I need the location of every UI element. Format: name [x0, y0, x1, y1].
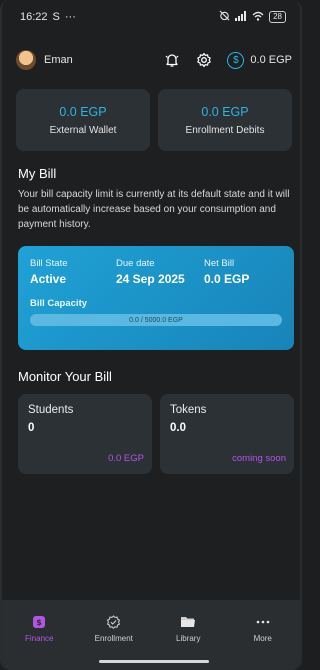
external-wallet-card[interactable]: 0.0 EGP External Wallet	[16, 89, 150, 151]
tokens-coming-soon: coming soon	[232, 453, 286, 464]
avatar[interactable]	[16, 50, 36, 70]
more-dots-icon	[255, 614, 271, 630]
tokens-title: Tokens	[170, 404, 207, 416]
signal-icon	[235, 10, 247, 24]
due-date-label: Due date	[116, 258, 155, 269]
battery-icon: 28	[269, 11, 286, 23]
svg-text:$: $	[36, 618, 42, 627]
enrollment-debits-label: Enrollment Debits	[185, 124, 265, 136]
students-title: Students	[28, 404, 74, 416]
bill-state: Bill State Active	[30, 258, 116, 286]
tokens-card[interactable]: Tokens 0.0 coming soon	[160, 394, 294, 474]
monitor-cards: Students 0 0.0 EGP Tokens 0.0 coming soo…	[18, 394, 294, 474]
finance-icon: $	[31, 614, 47, 630]
bill-state-label: Bill State	[30, 258, 68, 269]
students-amount: 0.0 EGP	[108, 453, 144, 464]
nav-library-label: Library	[176, 634, 201, 643]
nav-more[interactable]: More	[233, 614, 293, 670]
user-profile[interactable]: Eman	[16, 50, 73, 70]
nav-finance-label: Finance	[25, 634, 54, 643]
students-value: 0	[28, 422, 35, 434]
net-bill: Net Bill 0.0 EGP	[204, 258, 249, 286]
settings-gear-icon[interactable]	[195, 51, 213, 69]
status-more-icon: ···	[64, 11, 76, 23]
home-indicator[interactable]	[99, 660, 209, 663]
dollar-icon: $	[227, 51, 245, 69]
carrier-icon: S	[52, 11, 60, 23]
balance-amount: 0.0 EGP	[250, 54, 292, 66]
nav-enrollment-label: Enrollment	[94, 634, 133, 643]
bill-capacity-label: Bill Capacity	[30, 298, 88, 309]
wallet-cards: 0.0 EGP External Wallet 0.0 EGP Enrollme…	[16, 89, 292, 151]
nav-more-label: More	[253, 634, 272, 643]
status-time: 16:22	[20, 11, 48, 23]
enrollment-debits-amount: 0.0 EGP	[201, 104, 249, 119]
nav-finance[interactable]: $ Finance	[9, 614, 69, 670]
notification-bell-icon[interactable]	[163, 51, 181, 69]
due-date-value: 24 Sep 2025	[116, 272, 185, 286]
folder-icon	[180, 614, 196, 630]
alarm-icon	[219, 10, 230, 24]
external-wallet-label: External Wallet	[49, 124, 117, 136]
app-screen: 16:22 S ··· 28 Eman $ 0.0 EGP 0.0 EGP Ex…	[0, 0, 302, 670]
bill-state-value: Active	[30, 272, 67, 286]
bill-card[interactable]: Bill State Active Due date 24 Sep 2025 N…	[18, 246, 294, 350]
due-date: Due date 24 Sep 2025	[116, 258, 204, 286]
top-header: Eman $ 0.0 EGP	[16, 46, 292, 74]
tokens-value: 0.0	[170, 422, 186, 434]
net-bill-label: Net Bill	[204, 258, 235, 269]
net-bill-value: 0.0 EGP	[204, 272, 250, 286]
check-badge-icon	[106, 614, 122, 630]
username: Eman	[44, 54, 73, 66]
monitor-title: Monitor Your Bill	[18, 369, 112, 384]
my-bill-title: My Bill	[18, 166, 57, 181]
bill-capacity-text: 0.0 / 5000.0 EGP	[129, 316, 183, 324]
bill-capacity-progress: 0.0 / 5000.0 EGP	[30, 314, 282, 326]
status-bar: 16:22 S ··· 28	[2, 0, 300, 34]
bill-description: Your bill capacity limit is currently at…	[18, 189, 290, 230]
enrollment-debits-card[interactable]: 0.0 EGP Enrollment Debits	[158, 89, 292, 151]
wifi-icon	[252, 11, 264, 24]
balance-display[interactable]: $ 0.0 EGP	[227, 51, 292, 69]
external-wallet-amount: 0.0 EGP	[59, 104, 107, 119]
students-card[interactable]: Students 0 0.0 EGP	[18, 394, 152, 474]
